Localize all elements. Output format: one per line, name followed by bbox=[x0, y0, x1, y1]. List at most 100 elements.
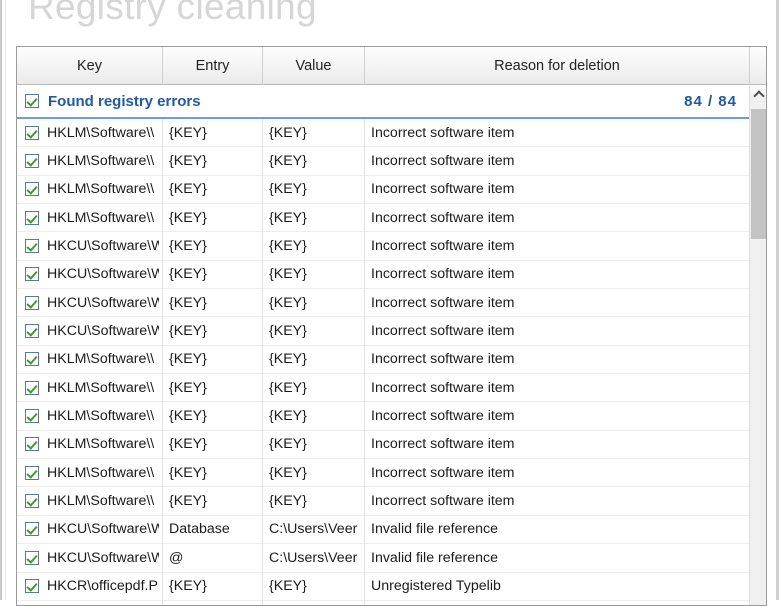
table-row[interactable]: HKLM\Software\\ {KEY} {KEY} Incorrect softw… bbox=[17, 345, 751, 375]
cell-value: {KEY} bbox=[263, 486, 365, 516]
cell-reason: Incorrect software item bbox=[371, 436, 515, 453]
cell-value: {KEY} bbox=[263, 600, 365, 605]
cell-key: HKLM\Software\\ bbox=[17, 373, 163, 402]
table-row[interactable]: HKLM\Software\\ {KEY} {KEY} Incorrect softw… bbox=[17, 430, 751, 460]
cell-key: HKLM\Software\\ bbox=[17, 458, 163, 487]
row-checkbox[interactable] bbox=[25, 324, 39, 339]
cell-key-text: HKLM\Software\\ bbox=[47, 407, 155, 424]
cell-key-text: HKLM\Software\\ bbox=[47, 152, 155, 169]
table-row[interactable]: HKCU\Software\W {KEY} {KEY} Incorrect softw… bbox=[17, 260, 751, 290]
cell-reason: Incorrect software item bbox=[371, 351, 515, 368]
cell-reason: Incorrect software item bbox=[371, 152, 515, 169]
table-row[interactable]: HKCR\pdfc.PDFC{KEY}{KEY}Unregistered Typ… bbox=[17, 600, 751, 605]
cell-entry: {KEY} bbox=[163, 146, 263, 176]
cell-key-text: HKCU\Software\W bbox=[47, 266, 159, 283]
table-row[interactable]: HKCR\officepdf.P {KEY} {KEY} Unregistered T… bbox=[17, 572, 751, 601]
row-checkbox[interactable] bbox=[25, 465, 39, 480]
table-row[interactable]: HKLM\Software\\ {KEY} {KEY} Incorrect softw… bbox=[17, 486, 751, 516]
table-row[interactable]: HKCU\Software\W {KEY} {KEY} Incorrect softw… bbox=[17, 288, 751, 318]
cell-key: HKLM\Software\\ bbox=[17, 203, 163, 232]
chevron-up-icon[interactable] bbox=[750, 85, 766, 102]
cell-entry: {KEY} bbox=[163, 401, 263, 431]
row-checkbox[interactable] bbox=[25, 380, 39, 395]
group-header-found-registry-errors[interactable]: Found registry errors 84 / 84 bbox=[17, 85, 751, 119]
cell-key: HKCU\Software\W bbox=[17, 316, 163, 346]
column-header-reason-for-deletion[interactable]: Reason for deletion bbox=[365, 47, 750, 85]
cell-key-text: HKLM\Software\\ bbox=[47, 181, 155, 198]
cell-value: {KEY} bbox=[263, 430, 365, 459]
column-header-filler bbox=[750, 47, 766, 85]
column-header-key[interactable]: Key bbox=[17, 47, 163, 85]
cell-reason: Incorrect software item bbox=[371, 294, 515, 311]
cell-reason: Unregistered Typelib bbox=[371, 578, 501, 594]
table-row[interactable]: HKCU\Software\W @ C:\Users\Veer Invalid fil… bbox=[17, 543, 751, 573]
cell-key: HKLM\Software\\ bbox=[17, 175, 163, 204]
row-checkbox[interactable] bbox=[25, 522, 39, 537]
row-checkbox[interactable] bbox=[25, 494, 39, 509]
table-row[interactable]: HKLM\Software\\ {KEY} {KEY} Incorrect softw… bbox=[17, 401, 751, 431]
cell-reason: Incorrect software item bbox=[371, 266, 515, 283]
cell-entry: {KEY} bbox=[163, 118, 263, 147]
cell-key-text: HKCU\Software\W bbox=[47, 322, 159, 339]
row-checkbox[interactable] bbox=[25, 125, 39, 140]
cell-entry: {KEY} bbox=[163, 572, 263, 601]
row-checkbox[interactable] bbox=[25, 352, 39, 367]
table-row[interactable]: HKCU\Software\W {KEY} {KEY} Incorrect softw… bbox=[17, 316, 751, 346]
list-body-wrapper: Found registry errors 84 / 84 HKLM\Softw… bbox=[17, 85, 766, 605]
table-row[interactable]: HKLM\Software\\ {KEY} {KEY} Incorrect softw… bbox=[17, 373, 751, 403]
scrollbar-thumb[interactable] bbox=[751, 109, 766, 239]
cell-key-text: HKLM\Software\\ bbox=[47, 464, 155, 481]
cell-key: HKCU\Software\W bbox=[17, 288, 163, 317]
registry-errors-list: Found registry errors 84 / 84 HKLM\Softw… bbox=[17, 85, 751, 605]
column-header-entry[interactable]: Entry bbox=[163, 47, 263, 85]
table-column-header: Key Entry Value Reason for deletion bbox=[17, 47, 766, 85]
cell-key-text: HKCU\Software\W bbox=[47, 237, 159, 254]
cell-key-text: HKCU\Software\W bbox=[47, 294, 159, 311]
row-checkbox[interactable] bbox=[25, 239, 39, 254]
table-row[interactable]: HKLM\Software\\ {KEY} {KEY} Incorrect softw… bbox=[17, 458, 751, 488]
cell-reason: Incorrect software item bbox=[371, 124, 515, 141]
row-checkbox[interactable] bbox=[25, 210, 39, 225]
cell-key: HKLM\Software\\ bbox=[17, 401, 163, 431]
cell-entry: {KEY} bbox=[163, 600, 263, 605]
row-checkbox[interactable] bbox=[25, 295, 39, 310]
cell-key: HKCU\Software\W bbox=[17, 260, 163, 289]
cell-entry: {KEY} bbox=[163, 175, 263, 204]
cell-entry: {KEY} bbox=[163, 373, 263, 402]
group-checkbox[interactable] bbox=[25, 94, 39, 108]
cell-key-text: HKLM\Software\\ bbox=[47, 379, 155, 396]
cell-key-text: HKCR\officepdf.P bbox=[47, 578, 158, 594]
cell-reason: Invalid file reference bbox=[371, 549, 498, 566]
row-checkbox[interactable] bbox=[25, 579, 39, 594]
cell-entry: {KEY} bbox=[163, 316, 263, 346]
cell-entry: {KEY} bbox=[163, 288, 263, 317]
row-checkbox[interactable] bbox=[25, 267, 39, 282]
cell-key-text: HKLM\Software\\ bbox=[47, 124, 155, 141]
table-row[interactable]: HKLM\Software\\ {KEY} {KEY} Incorrect softw… bbox=[17, 203, 751, 233]
cell-entry: {KEY} bbox=[163, 345, 263, 374]
table-rows-container: HKLM\Software\\ {KEY} {KEY} Incorrect softw… bbox=[17, 118, 751, 605]
cell-value: {KEY} bbox=[263, 118, 365, 147]
row-checkbox[interactable] bbox=[25, 437, 39, 452]
table-row[interactable]: HKLM\Software\\ {KEY} {KEY} Incorrect softw… bbox=[17, 118, 751, 148]
cell-entry: {KEY} bbox=[163, 203, 263, 232]
table-row[interactable]: HKLM\Software\\ {KEY} {KEY} Incorrect softw… bbox=[17, 175, 751, 205]
cell-entry: @ bbox=[163, 543, 263, 572]
row-checkbox[interactable] bbox=[25, 182, 39, 197]
cell-value: {KEY} bbox=[263, 316, 365, 346]
row-checkbox[interactable] bbox=[25, 409, 39, 424]
vertical-scrollbar[interactable] bbox=[749, 85, 766, 605]
row-checkbox[interactable] bbox=[25, 550, 39, 565]
column-header-value[interactable]: Value bbox=[263, 47, 365, 85]
group-header-count: 84 / 84 bbox=[684, 92, 737, 110]
table-row[interactable]: HKCU\Software\W {KEY} {KEY} Incorrect softw… bbox=[17, 231, 751, 261]
cell-value: {KEY} bbox=[263, 203, 365, 232]
cell-value: {KEY} bbox=[263, 260, 365, 289]
cell-entry: {KEY} bbox=[163, 260, 263, 289]
cell-entry: {KEY} bbox=[163, 231, 263, 261]
row-checkbox[interactable] bbox=[25, 154, 39, 169]
table-row[interactable]: HKLM\Software\\ {KEY} {KEY} Incorrect softw… bbox=[17, 146, 751, 176]
cell-reason: Incorrect software item bbox=[371, 464, 515, 481]
table-row[interactable]: HKCU\Software\W Database C:\Users\Veer Inva… bbox=[17, 515, 751, 545]
cell-reason: Incorrect software item bbox=[371, 181, 515, 198]
